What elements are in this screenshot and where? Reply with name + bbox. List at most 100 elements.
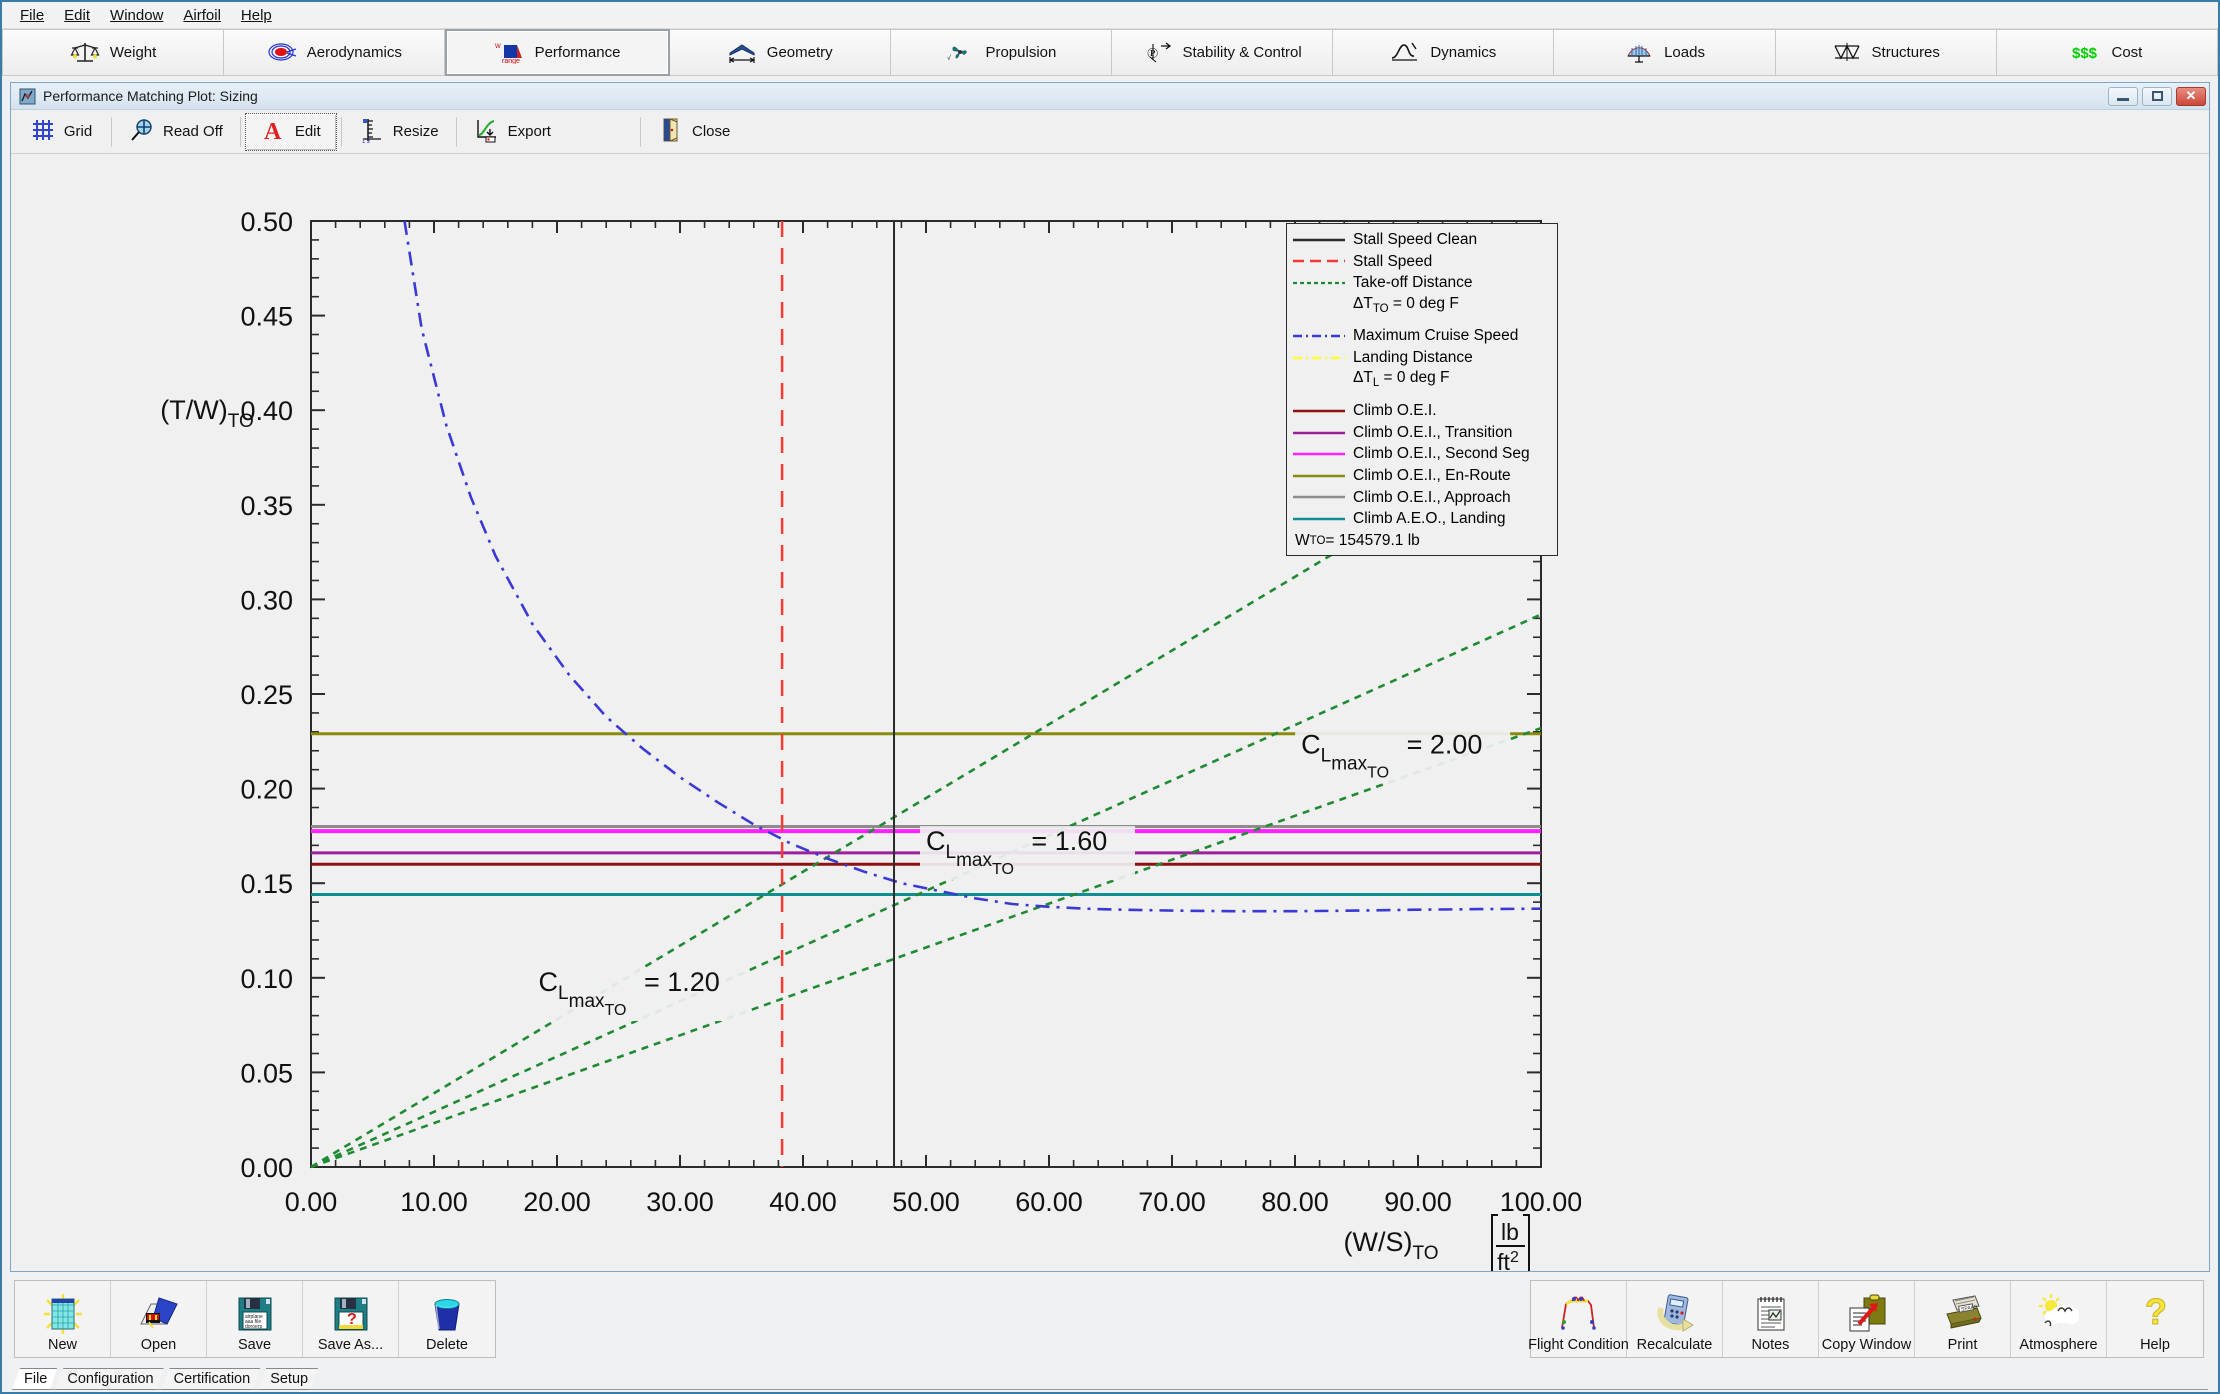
module-tab-performance[interactable]: Wrange Performance xyxy=(445,29,670,76)
action-button-label: Help xyxy=(2140,1337,2170,1354)
action-button-delete[interactable]: Delete xyxy=(399,1281,495,1357)
plot-toolbar-edit[interactable]: A Edit xyxy=(244,112,337,151)
legend-row: Take-off Distance xyxy=(1293,272,1551,294)
menu-window[interactable]: Window xyxy=(100,5,173,26)
propeller-icon: √ xyxy=(945,40,975,66)
menu-file[interactable]: File xyxy=(10,5,54,26)
y-tick-label: 0.15 xyxy=(240,869,293,899)
sun-cloud-icon xyxy=(2038,1294,2079,1327)
dollar-icon: $$$ xyxy=(2072,45,2098,62)
ruler-icon: 1 2 xyxy=(362,118,381,145)
svg-text:√: √ xyxy=(947,54,951,62)
open-folder-icon xyxy=(139,1297,178,1329)
svg-text:ft2: ft2 xyxy=(1497,1249,1519,1271)
truss-icon xyxy=(1833,42,1860,61)
module-tab-aerodynamics[interactable]: Aerodynamics xyxy=(224,29,446,76)
toolbar-separator xyxy=(239,116,241,147)
letter-a-icon: A xyxy=(261,117,287,147)
action-button-help[interactable]: ? Help xyxy=(2107,1281,2203,1357)
plot-toolbar-export[interactable]: Export xyxy=(461,113,564,151)
toolbar-separator xyxy=(111,116,112,147)
legend-continuation: ΔTTO = 0 deg F xyxy=(1293,294,1551,316)
legend-line-sample xyxy=(1293,491,1345,503)
svg-text:?: ? xyxy=(347,1311,357,1328)
x-tick-label: 50.00 xyxy=(892,1187,960,1217)
plot-toolbar-grid[interactable]: Grid xyxy=(15,113,107,151)
svg-text:1 2: 1 2 xyxy=(362,139,371,143)
action-button-copy-window[interactable]: Copy Window xyxy=(1819,1281,1915,1357)
strip-tab-label: Setup xyxy=(270,1371,309,1387)
strip-tab-file[interactable]: File xyxy=(12,1368,57,1390)
legend-line-sample xyxy=(1293,234,1345,246)
window-title: Performance Matching Plot: Sizing xyxy=(43,88,258,104)
svg-text:W: W xyxy=(495,44,501,50)
maximize-button[interactable] xyxy=(2142,86,2172,106)
menu-edit[interactable]: Edit xyxy=(54,5,100,26)
action-button-notes[interactable]: Notes xyxy=(1723,1281,1819,1357)
toolbar-separator xyxy=(639,116,641,147)
module-tab-structures[interactable]: Structures xyxy=(1775,29,1997,76)
wing-span-icon xyxy=(727,40,757,66)
plot-toolbar-resize[interactable]: 1 2 Resize xyxy=(346,113,452,151)
toolbar-separator xyxy=(340,116,342,147)
action-button-atmosphere[interactable]: Atmosphere xyxy=(2011,1281,2107,1357)
module-tab-weight[interactable]: Weight xyxy=(2,29,225,76)
module-tab-stability-control[interactable]: ℗ Stability & Control xyxy=(1112,29,1334,76)
legend-label: Maximum Cruise Speed xyxy=(1353,327,1519,345)
module-tab-propulsion[interactable]: √ Propulsion xyxy=(890,29,1113,76)
x-axis-units: lb ft2 xyxy=(1491,1214,1530,1271)
module-tab-label: Performance xyxy=(534,44,621,61)
menu-help[interactable]: Help xyxy=(231,5,282,26)
legend-label: Landing Distance xyxy=(1353,349,1473,367)
legend-label: Climb O.E.I. xyxy=(1353,402,1437,420)
flight-profile-icon xyxy=(1557,1290,1601,1338)
printer-icon: SPAAS xyxy=(1945,1295,1982,1329)
plot-pane: 0.00 10.00 20.00 30.00 40.00 50.00 60.00 70.00 8… xyxy=(11,155,2209,1271)
action-button-flight-condition[interactable]: Flight Condition xyxy=(1528,1281,1629,1357)
floppy-disk-question-icon: ? xyxy=(334,1297,367,1331)
legend-row: Climb O.E.I., Approach xyxy=(1293,487,1551,509)
module-tab-cost[interactable]: $$$ Cost xyxy=(1996,29,2219,76)
strip-tab-configuration[interactable]: Configuration xyxy=(55,1368,163,1390)
action-button-save-as[interactable]: ? Save As... xyxy=(303,1281,399,1357)
x-tick-label: 10.00 xyxy=(400,1187,468,1217)
menu-airfoil[interactable]: Airfoil xyxy=(173,5,231,26)
load-distribution-icon xyxy=(1624,40,1654,66)
minimize-button[interactable] xyxy=(2108,86,2138,106)
action-button-print[interactable]: SPAAS Print xyxy=(1915,1281,2011,1357)
svg-text:doroerp: doroerp xyxy=(245,1324,262,1330)
action-button-save[interactable]: airplane aaa file doroerp Save xyxy=(207,1281,303,1357)
strip-tab-setup[interactable]: Setup xyxy=(258,1368,318,1390)
axes-arrows-icon: ℗ xyxy=(1143,40,1173,66)
axes-arrows-icon: ℗ xyxy=(1147,41,1171,62)
module-tab-geometry[interactable]: Geometry xyxy=(669,29,891,76)
action-button-label: Copy Window xyxy=(1821,1337,1912,1354)
flight-profile-icon xyxy=(1560,1296,1596,1330)
airfoil-flow-icon xyxy=(268,42,296,61)
action-button-open[interactable]: Open xyxy=(111,1281,207,1357)
range-chart-icon: Wrange xyxy=(495,40,525,66)
new-spreadsheet-icon xyxy=(41,1290,85,1338)
module-tab-loads[interactable]: Loads xyxy=(1554,29,1776,76)
legend-row: Maximum Cruise Speed xyxy=(1293,325,1551,347)
load-distribution-icon xyxy=(1627,44,1651,63)
action-button-recalculate[interactable]: Recalculate xyxy=(1627,1281,1723,1357)
legend-row: Landing Distance xyxy=(1293,347,1551,369)
plot-toolbar-label: Edit xyxy=(294,123,321,140)
close-window-button[interactable]: ✕ xyxy=(2176,86,2206,106)
action-button-label: Print xyxy=(1947,1337,1978,1354)
legend-label: Climb O.E.I., En-Route xyxy=(1353,466,1511,484)
strip-tab-certification[interactable]: Certification xyxy=(162,1368,261,1390)
svg-text:range: range xyxy=(502,58,520,64)
legend-continuation-text: ΔTTO = 0 deg F xyxy=(1353,294,1459,315)
module-tab-dynamics[interactable]: Dynamics xyxy=(1333,29,1555,76)
plot-toolbar-read-off[interactable]: Read Off xyxy=(116,113,236,151)
grid-icon xyxy=(30,117,56,147)
plot-toolbar-close[interactable]: Close xyxy=(645,113,743,151)
clipboard-copy-icon xyxy=(1845,1290,1889,1338)
legend-row: Stall Speed xyxy=(1293,251,1551,273)
clmax-annotation: CLmaxTO = 1.60 xyxy=(920,826,1135,881)
file-actions-group: New Open airplane aaa file doroerp Save? Save … xyxy=(14,1280,496,1358)
legend-line-sample xyxy=(1293,470,1345,482)
action-button-new[interactable]: New xyxy=(15,1281,111,1357)
